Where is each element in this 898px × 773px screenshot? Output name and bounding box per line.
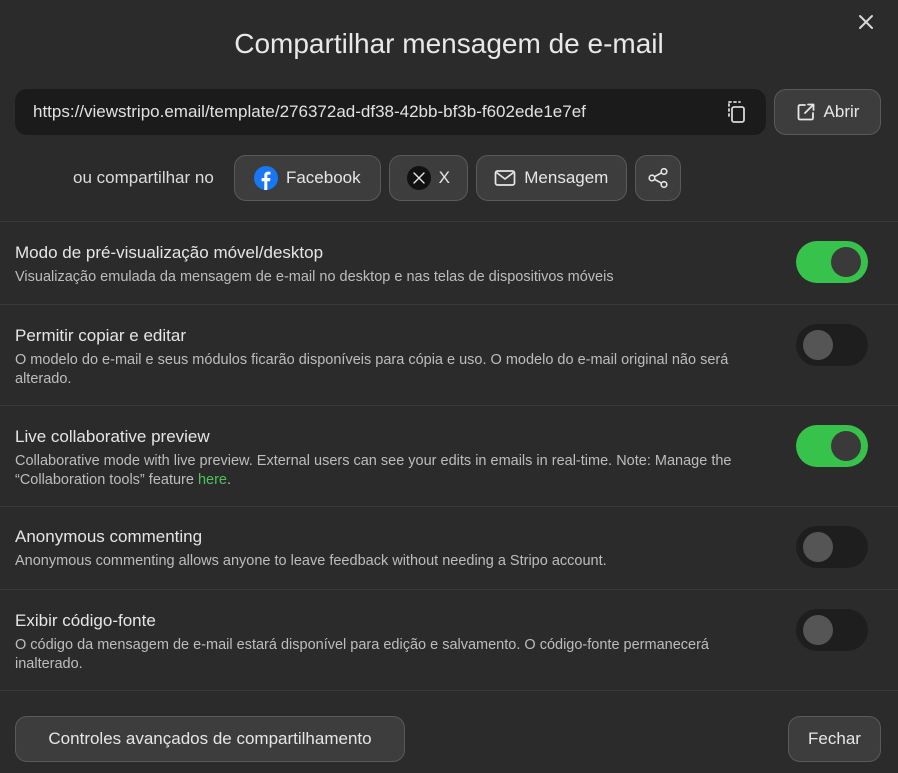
x-icon <box>406 166 431 190</box>
share-label: ou compartilhar no <box>73 168 214 187</box>
setting-title: Modo de pré-visualização móvel/desktop <box>15 243 324 262</box>
toggle-knob <box>803 532 833 562</box>
open-button-label: Abrir <box>823 102 860 121</box>
toggle-show-source-code[interactable] <box>796 609 868 651</box>
url-row: https://viewstripo.email/template/276372… <box>15 89 881 135</box>
copy-icon <box>728 101 745 123</box>
close-dialog-button[interactable]: Fechar <box>788 716 881 762</box>
toggle-live-collaborative[interactable] <box>796 425 868 467</box>
x-label: X <box>438 168 450 187</box>
toggle-knob <box>831 431 861 461</box>
divider <box>0 405 898 406</box>
dialog-title: Compartilhar mensagem de e-mail <box>234 28 664 59</box>
external-link-icon <box>797 103 814 121</box>
advanced-sharing-button[interactable]: Controles avançados de compartilhamento <box>15 716 405 762</box>
divider <box>0 506 898 507</box>
facebook-label: Facebook <box>285 168 361 187</box>
toggle-knob <box>831 247 861 277</box>
setting-show-source-code: Exibir código-fonte O código da mensagem… <box>15 611 885 674</box>
setting-title: Exibir código-fonte <box>15 611 156 630</box>
open-button[interactable]: Abrir <box>774 89 881 135</box>
share-dialog: Compartilhar mensagem de e-mail https://… <box>0 0 898 773</box>
copy-button[interactable] <box>726 99 748 125</box>
mail-icon <box>494 170 516 186</box>
share-more-button[interactable] <box>634 155 681 201</box>
setting-live-collaborative: Live collaborative preview Collaborative… <box>15 427 885 490</box>
setting-description: O código da mensagem de e-mail estará di… <box>15 637 709 672</box>
toggle-knob <box>803 330 833 360</box>
facebook-share-button[interactable]: Facebook <box>233 155 381 201</box>
message-label: Mensagem <box>524 168 609 187</box>
x-share-button[interactable]: X <box>388 155 468 201</box>
setting-description: O modelo do e-mail e seus módulos ficarã… <box>15 352 729 387</box>
setting-preview-mode: Modo de pré-visualização móvel/desktop V… <box>15 243 885 287</box>
setting-title: Live collaborative preview <box>15 427 210 446</box>
divider <box>0 690 898 691</box>
divider <box>0 221 898 222</box>
share-icon <box>648 167 668 189</box>
share-url-text: https://viewstripo.email/template/276372… <box>33 102 586 121</box>
message-share-button[interactable]: Mensagem <box>475 155 627 201</box>
setting-allow-copy-edit: Permitir copiar e editar O modelo do e-m… <box>15 326 885 389</box>
facebook-icon <box>253 166 278 190</box>
setting-title: Anonymous commenting <box>15 527 203 546</box>
toggle-knob <box>803 615 833 645</box>
setting-description: Collaborative mode with live preview. Ex… <box>15 452 775 490</box>
setting-description-text: Collaborative mode with live preview. Ex… <box>15 453 732 488</box>
setting-description: Visualização emulada da mensagem de e-ma… <box>15 269 614 285</box>
toggle-preview-mode[interactable] <box>796 241 868 283</box>
setting-anonymous-commenting: Anonymous commenting Anonymous commentin… <box>15 527 885 571</box>
toggle-anonymous-commenting[interactable] <box>796 526 868 568</box>
share-row: ou compartilhar no Facebook X Mensagem <box>73 155 681 201</box>
collaboration-tools-link[interactable]: here <box>198 472 227 488</box>
setting-description: Anonymous commenting allows anyone to le… <box>15 553 607 569</box>
setting-title: Permitir copiar e editar <box>15 326 187 345</box>
setting-description-suffix: . <box>227 472 232 488</box>
toggle-allow-copy-edit[interactable] <box>796 324 868 366</box>
divider <box>0 304 898 305</box>
dialog-footer: Controles avançados de compartilhamento … <box>15 716 881 762</box>
divider <box>0 589 898 590</box>
share-url-field[interactable]: https://viewstripo.email/template/276372… <box>15 89 766 135</box>
